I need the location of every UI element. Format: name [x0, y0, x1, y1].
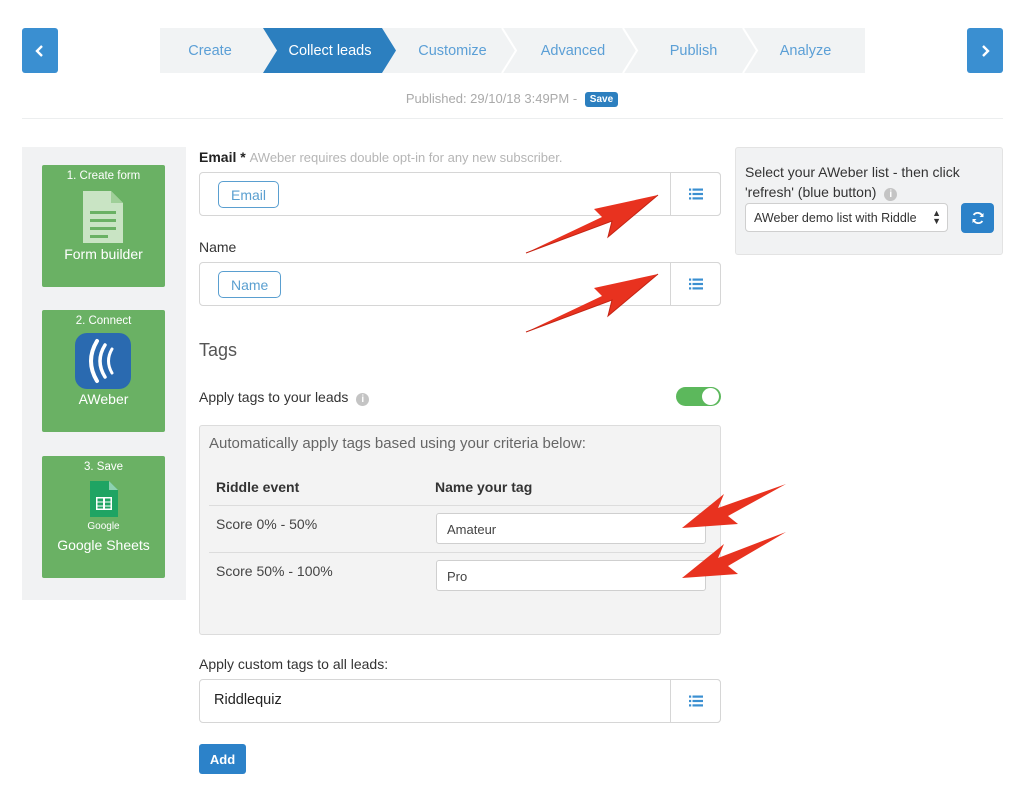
step-customize[interactable]: Customize [400, 28, 505, 73]
refresh-icon [972, 211, 983, 225]
aweber-list-panel: Select your AWeber list - then click 're… [735, 147, 1003, 255]
custom-tags-picker-button[interactable] [670, 679, 721, 723]
name-field[interactable]: Name [199, 262, 721, 306]
sidebar-item-label: Google Sheets [57, 537, 150, 553]
name-field-picker-button[interactable] [670, 262, 721, 306]
email-label-text: Email [199, 149, 237, 165]
tag-rules-intro: Automatically apply tags based using you… [209, 435, 586, 452]
list-icon [688, 278, 703, 290]
published-status: Published: 29/10/18 3:49PM - Save [0, 91, 1024, 107]
email-field[interactable]: Email [199, 172, 721, 216]
tag-name-input[interactable]: Amateur [436, 513, 706, 544]
name-label: Name [199, 239, 237, 255]
custom-tags-label: Apply custom tags to all leads: [199, 656, 389, 672]
apply-tags-toggle[interactable] [676, 387, 721, 406]
tags-heading: Tags [199, 340, 238, 360]
select-caret-icon: ▲ ▼ [932, 208, 941, 226]
table-row-event: Score 50% - 100% [216, 563, 333, 579]
aweber-instruction: Select your AWeber list - then click 're… [745, 162, 995, 202]
aweber-instruction-text: Select your AWeber list - then click 're… [745, 164, 960, 200]
name-token[interactable]: Name [218, 271, 282, 298]
status-separator: - [572, 91, 578, 106]
chevron-left-icon [35, 44, 43, 57]
sidebar-item-google-sheets[interactable]: 3. Save Google Google Sheets [42, 456, 165, 578]
step-label: Create [188, 42, 232, 59]
sidebar-item-form-builder[interactable]: 1. Create form Form builder [42, 165, 165, 287]
step-label: Analyze [779, 42, 832, 59]
aweber-logo-icon [75, 333, 131, 389]
tag-name-input[interactable]: Pro [436, 560, 706, 591]
step-label: Collect leads [288, 42, 372, 59]
column-header-tag-name: Name your tag [435, 479, 533, 495]
sidebar-item-aweber[interactable]: 2. Connect AWeber [42, 310, 165, 432]
email-label: Email * AWeber requires double opt-in fo… [199, 149, 562, 165]
required-marker: * [240, 149, 246, 165]
aweber-list-select[interactable]: AWeber demo list with Riddle ▲ ▼ [745, 203, 948, 232]
custom-tags-value: Riddlequiz [214, 692, 282, 708]
email-field-picker-button[interactable] [670, 172, 721, 216]
list-icon [688, 188, 703, 200]
step-collect-leads[interactable]: Collect leads [260, 28, 400, 73]
email-token[interactable]: Email [218, 181, 280, 208]
step-label: Advanced [540, 42, 606, 59]
step-publish[interactable]: Publish [641, 28, 746, 73]
apply-tags-label: Apply tags to your leads [199, 389, 349, 405]
sidebar-item-label: AWeber [78, 391, 129, 407]
row-divider [209, 505, 713, 506]
step-analyze[interactable]: Analyze [746, 28, 865, 73]
next-step-button[interactable] [967, 28, 1003, 73]
document-icon [83, 191, 123, 243]
email-hint: AWeber requires double opt-in for any ne… [249, 150, 563, 165]
published-timestamp: Published: 29/10/18 3:49PM [405, 91, 570, 106]
divider [22, 118, 1003, 119]
tag-rules-panel: Automatically apply tags based using you… [199, 425, 721, 635]
apply-tags-row: Apply tags to your leads i [199, 389, 370, 406]
sidebar-item-caption: 2. Connect [75, 315, 132, 327]
previous-step-button[interactable] [22, 28, 58, 73]
step-label: Publish [669, 42, 718, 59]
save-button[interactable]: Save [584, 92, 619, 107]
step-label: Customize [418, 42, 487, 59]
lead-flow-sidebar: 1. Create form Form builder 2. Connect A… [22, 147, 186, 600]
sidebar-item-caption: 3. Save [84, 461, 123, 473]
chevron-right-icon [982, 44, 990, 57]
column-header-riddle-event: Riddle event [216, 479, 300, 495]
table-row-event: Score 0% - 50% [216, 516, 318, 532]
refresh-button[interactable] [961, 203, 994, 233]
info-icon[interactable]: i [884, 188, 898, 201]
custom-tags-field[interactable]: Riddlequiz [199, 679, 721, 723]
step-create[interactable]: Create [160, 28, 260, 73]
list-icon [688, 695, 703, 707]
google-sheets-icon [90, 481, 118, 517]
aweber-list-selected: AWeber demo list with Riddle [754, 211, 917, 225]
sidebar-item-label: Form builder [64, 246, 143, 262]
sidebar-item-caption: 1. Create form [66, 170, 141, 182]
row-divider [209, 552, 713, 553]
step-advanced[interactable]: Advanced [505, 28, 641, 73]
step-wizard: Create Collect leads Customize Advanced … [160, 28, 865, 73]
sidebar-item-sublabel: Google [87, 521, 120, 532]
info-icon[interactable]: i [356, 393, 370, 406]
add-button[interactable]: Add [199, 744, 246, 774]
